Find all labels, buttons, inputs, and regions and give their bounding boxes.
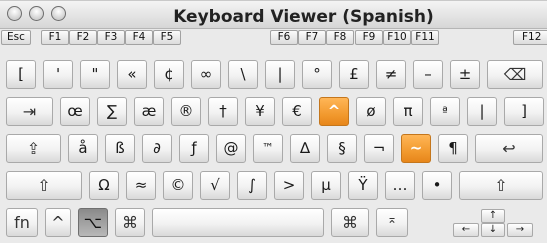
key-row3-4[interactable]: ƒ [179,134,209,163]
key-f8[interactable]: F8 [326,30,354,45]
key-row3-9[interactable]: ¬ [364,134,394,163]
key-row2-13[interactable]: ] [504,97,544,126]
left-command-key[interactable]: ⌘ [115,208,145,237]
key-row4-2[interactable]: ≈ [126,171,156,200]
key-row3-7[interactable]: ∆ [290,134,320,163]
function-key-row: Esc F1 F2 F3 F4 F5 F6 F7 F8 F9 F10 F11 F… [0,29,547,46]
key-row4-5[interactable]: ∫ [237,171,267,200]
key-row1-7[interactable]: \ [228,60,258,89]
arrow-down-key[interactable]: ↓ [481,223,505,237]
key-row2-1[interactable]: œ [60,97,90,126]
key-row1-3[interactable]: " [80,60,110,89]
key-row3-11[interactable]: ¶ [438,134,468,163]
left-option-key[interactable]: ⌥ [78,208,108,237]
enter-key[interactable]: ⌅ [376,208,408,237]
dead-key-circumflex[interactable]: ^ [319,97,349,126]
arrow-up-key[interactable]: ↑ [481,209,505,223]
key-f9[interactable]: F9 [355,30,383,45]
key-f1[interactable]: F1 [41,30,69,45]
right-command-key[interactable]: ⌘ [331,208,369,237]
control-key[interactable]: ^ [45,208,71,237]
key-row1-5[interactable]: ¢ [154,60,184,89]
key-f10[interactable]: F10 [383,30,411,45]
tab-key[interactable]: ⇥ [6,97,53,126]
key-row1-12[interactable]: – [413,60,443,89]
key-row1-6[interactable]: ∞ [191,60,221,89]
left-shift-key[interactable]: ⇧ [6,171,82,200]
key-f7[interactable]: F7 [298,30,326,45]
key-row4-4[interactable]: √ [200,171,230,200]
key-row2-2[interactable]: ∑ [97,97,127,126]
key-f3[interactable]: F3 [97,30,125,45]
key-row2-11[interactable]: ª [430,97,460,126]
key-row1-10[interactable]: £ [339,60,369,89]
key-row3-1[interactable]: å [68,134,98,163]
key-esc[interactable]: Esc [1,30,31,45]
key-f5[interactable]: F5 [153,30,181,45]
key-row2-10[interactable]: π [393,97,423,126]
keyboard-viewer-window: Keyboard Viewer (Spanish) Esc F1 F2 F3 F… [0,0,547,243]
right-shift-key[interactable]: ⇧ [459,171,543,200]
caps-lock-key[interactable]: ⇪ [6,134,61,163]
title-bar: Keyboard Viewer (Spanish) [0,1,547,29]
delete-key[interactable]: ⌫ [487,60,543,89]
key-row2-9[interactable]: ø [356,97,386,126]
key-f12[interactable]: F12 [513,30,547,45]
key-row2-3[interactable]: æ [134,97,164,126]
key-row4-6[interactable]: > [274,171,304,200]
return-key[interactable]: ↩ [475,134,543,163]
key-row4-10[interactable]: • [422,171,452,200]
key-row4-7[interactable]: µ [311,171,341,200]
key-row1-8[interactable]: | [265,60,295,89]
window-title: Keyboard Viewer (Spanish) [173,7,434,27]
key-row3-3[interactable]: ∂ [142,134,172,163]
key-f6[interactable]: F6 [270,30,298,45]
dead-key-tilde[interactable]: ~ [401,134,431,163]
key-f11[interactable]: F11 [411,30,439,45]
key-row1-2[interactable]: ' [43,60,73,89]
key-row2-5[interactable]: † [208,97,238,126]
key-row3-2[interactable]: ß [105,134,135,163]
key-f2[interactable]: F2 [69,30,97,45]
arrow-left-key[interactable]: ← [453,223,479,237]
key-row2-12[interactable]: | [467,97,497,126]
fn-key[interactable]: fn [6,208,38,237]
key-row2-4[interactable]: ® [171,97,201,126]
key-row2-6[interactable]: ¥ [245,97,275,126]
key-row4-8[interactable]: Ÿ [348,171,378,200]
key-row4-1[interactable]: Ω [89,171,119,200]
space-bar[interactable] [152,208,324,237]
key-row1-4[interactable]: « [117,60,147,89]
key-row4-3[interactable]: © [163,171,193,200]
key-row1-13[interactable]: ± [450,60,480,89]
key-row1-1[interactable]: [ [6,60,36,89]
key-row4-9[interactable]: … [385,171,415,200]
key-row1-11[interactable]: ≠ [376,60,406,89]
key-row3-8[interactable]: § [327,134,357,163]
key-row3-6[interactable]: ™ [253,134,283,163]
key-row3-5[interactable]: @ [216,134,246,163]
arrow-right-key[interactable]: → [507,223,533,237]
key-row1-9[interactable]: ° [302,60,332,89]
key-row2-7[interactable]: € [282,97,312,126]
key-f4[interactable]: F4 [125,30,153,45]
